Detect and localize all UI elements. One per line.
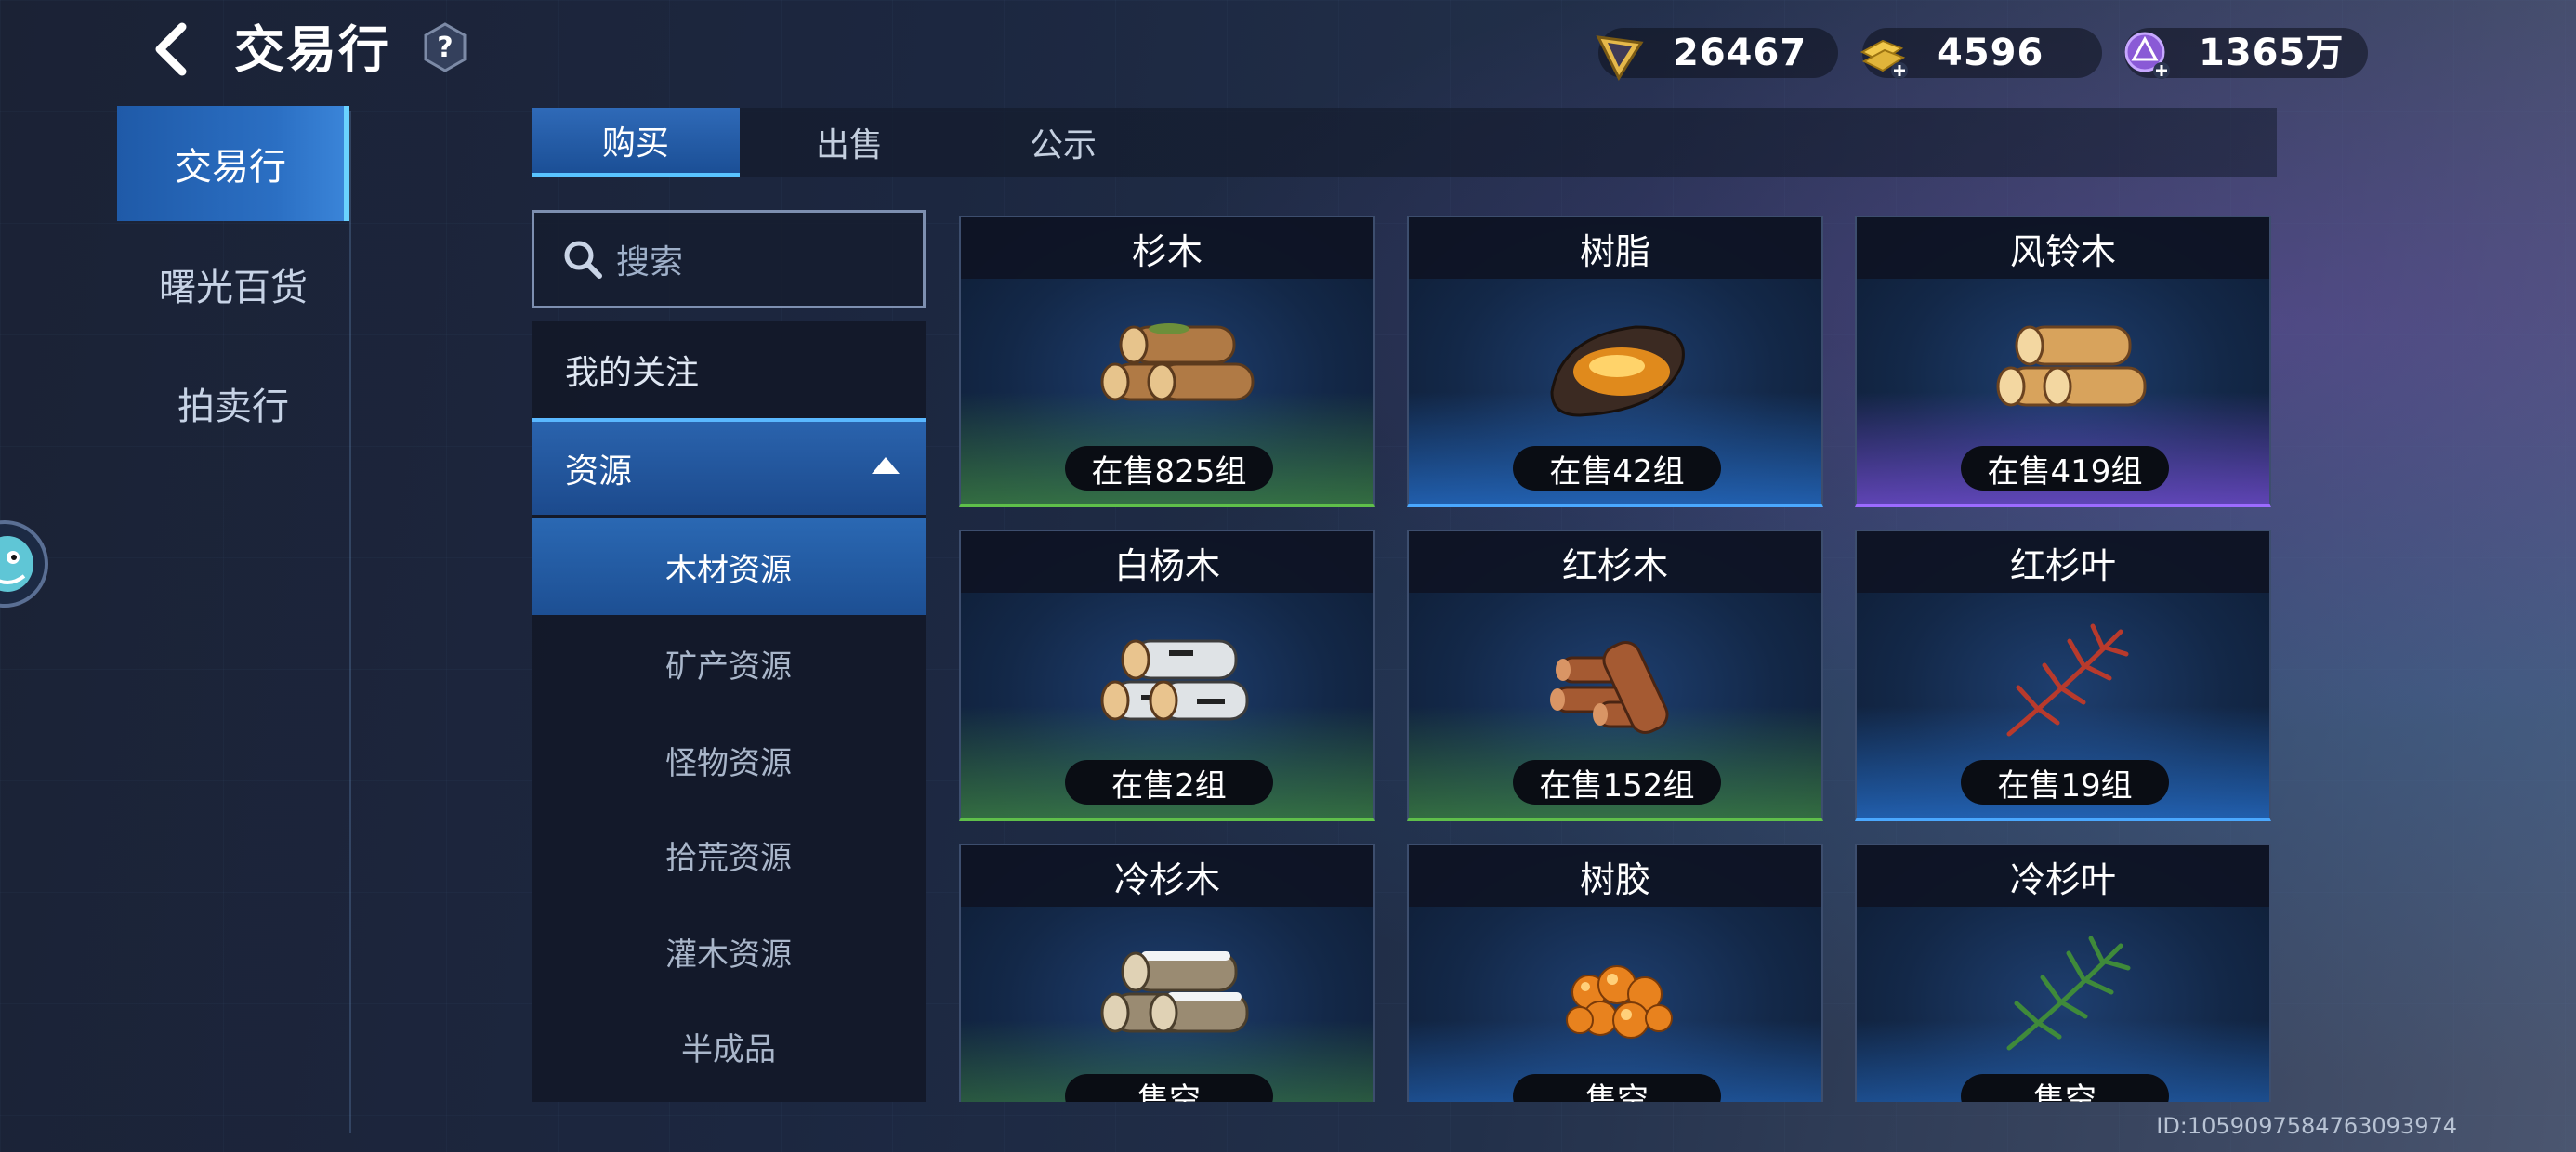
nav-item-trading-house[interactable]: 交易行: [117, 106, 349, 221]
player-id: ID:1059097584763093974: [2156, 1113, 2457, 1139]
resin-icon: [1550, 325, 1685, 417]
back-button[interactable]: [139, 17, 204, 82]
tab-announcement[interactable]: 公示: [959, 108, 1167, 177]
subcategory-scavenge[interactable]: 拾荒资源: [532, 806, 926, 903]
item-name: 杉木: [961, 217, 1373, 279]
item-sale-count: 在售825组: [1065, 446, 1273, 491]
item-sale-count: 在售152组: [1513, 760, 1721, 805]
item-name: 树脂: [1409, 217, 1821, 279]
item-sale-count: 在售419组: [1961, 446, 2169, 491]
birch-logs-icon: [1100, 639, 1249, 721]
tab-bar: 购买 出售 公示: [532, 108, 2277, 177]
snowy-logs-icon: [1100, 951, 1249, 1033]
item-name: 白杨木: [961, 531, 1373, 593]
item-card[interactable]: 杉木 在售825组: [959, 216, 1375, 507]
item-sale-count: 在售42组: [1513, 446, 1721, 491]
subcategory-mineral[interactable]: 矿产资源: [532, 615, 926, 712]
tab-sell[interactable]: 出售: [745, 108, 953, 177]
redwood-logs-icon: [1550, 640, 1669, 735]
currency-crystal[interactable]: 26467: [1596, 28, 1838, 82]
gold-crystal-icon: [1596, 35, 1644, 82]
category-resources-label: 资源: [565, 452, 633, 491]
logs-icon: [1100, 323, 1255, 401]
item-card[interactable]: 白杨木 在售2组: [959, 530, 1375, 821]
item-sale-count: 在售2组: [1065, 760, 1273, 805]
currency-crystal-value: 26467: [1673, 32, 1807, 74]
gold-bars-plus-icon: [1860, 39, 1908, 79]
item-card[interactable]: 冷杉木 售空: [959, 844, 1375, 1102]
subcategory-wood[interactable]: 木材资源: [532, 518, 926, 615]
page-title: 交易行: [234, 20, 390, 79]
logs-icon: [1996, 325, 2147, 407]
search-icon: [564, 241, 602, 279]
nav-item-auction-house[interactable]: 拍卖行: [117, 346, 349, 461]
currency-gold-value: 4596: [1937, 32, 2044, 74]
item-sale-count: 售空: [1065, 1074, 1273, 1102]
item-name: 红杉木: [1409, 531, 1821, 593]
currency-orb-value: 1365万: [2199, 32, 2345, 74]
item-name: 树胶: [1409, 845, 1821, 907]
currency-orb[interactable]: 1365万: [2124, 28, 2368, 79]
fir-leaf-icon: [2006, 936, 2131, 1051]
item-name: 红杉叶: [1857, 531, 2269, 593]
category-favorites[interactable]: 我的关注: [532, 321, 926, 418]
item-card[interactable]: 冷杉叶 售空: [1855, 844, 2271, 1102]
chevron-left-icon: [155, 22, 187, 76]
subcategory-monster[interactable]: 怪物资源: [532, 712, 926, 808]
item-name: 冷杉叶: [1857, 845, 2269, 907]
companion-avatar-icon[interactable]: [0, 513, 56, 615]
item-card[interactable]: 树脂 在售42组: [1407, 216, 1823, 507]
item-grid: 杉木 在售825组 树脂 在售42组 风铃木 在售419组 白杨木 在售2组 红…: [950, 206, 2280, 1102]
chevron-up-icon: [872, 457, 900, 474]
item-sale-count: 在售19组: [1961, 760, 2169, 805]
left-nav-divider: [349, 111, 351, 1133]
help-button[interactable]: ?: [423, 22, 467, 72]
subcategory-semi-finished[interactable]: 半成品: [532, 998, 926, 1094]
tab-buy[interactable]: 购买: [532, 108, 740, 177]
nav-item-dawn-store[interactable]: 曙光百货: [117, 227, 349, 342]
subcategory-shrub[interactable]: 灌木资源: [532, 903, 926, 1000]
item-sale-count: 售空: [1513, 1074, 1721, 1102]
red-leaf-icon: [2006, 623, 2129, 737]
item-card[interactable]: 风铃木 在售419组: [1855, 216, 2271, 507]
currency-gold-bars[interactable]: 4596: [1860, 28, 2102, 79]
item-card[interactable]: 红杉叶 在售19组: [1855, 530, 2271, 821]
item-sale-count: 售空: [1961, 1074, 2169, 1102]
category-resources[interactable]: 资源: [532, 418, 926, 515]
search-input[interactable]: 搜索: [532, 210, 926, 308]
item-name: 风铃木: [1857, 217, 2269, 279]
search-placeholder: 搜索: [616, 243, 684, 281]
category-panel: 我的关注 资源 木材资源 矿产资源 怪物资源 拾荒资源 灌木资源 半成品: [532, 321, 926, 1102]
item-card[interactable]: 树胶 售空: [1407, 844, 1823, 1102]
purple-orb-plus-icon: [2124, 32, 2170, 79]
help-label: ?: [437, 31, 453, 64]
amber-gum-icon: [1566, 965, 1673, 1039]
item-card[interactable]: 红杉木 在售152组: [1407, 530, 1823, 821]
item-name: 冷杉木: [961, 845, 1373, 907]
